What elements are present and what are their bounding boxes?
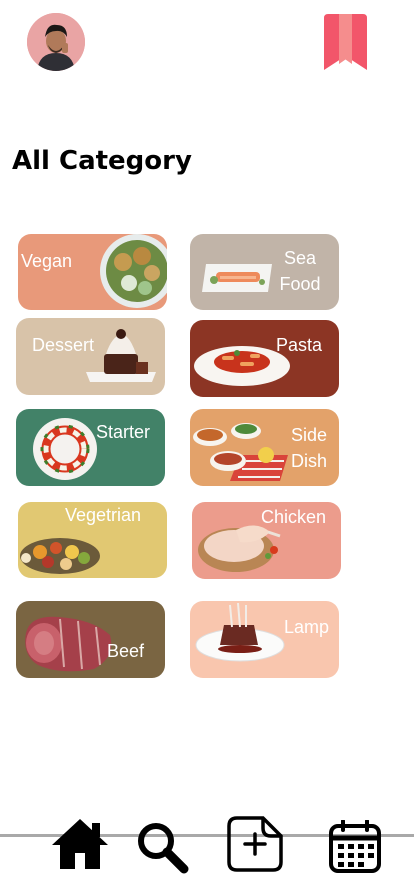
category-card-chicken[interactable]: Chicken [192,502,341,579]
starter-plate-image [33,418,97,480]
add-post-icon[interactable] [227,816,283,872]
home-icon[interactable] [50,817,110,869]
category-label-side-dish: Side Dish [290,425,328,471]
vegetrian-platter-image [20,538,100,574]
category-card-dessert[interactable]: Dessert [16,318,165,395]
category-card-pasta[interactable]: Pasta [190,320,339,397]
category-card-starter[interactable]: Starter [16,409,165,486]
beef-roast-image [25,616,112,672]
category-label-vegan: Vegan [21,251,73,271]
page-title: All Category [12,146,192,176]
calendar-icon[interactable] [328,820,382,874]
category-label-beef: Beef [107,641,145,661]
category-card-vegetrian[interactable]: Vegetrian [18,502,167,578]
bookmark-icon[interactable] [324,14,367,70]
lamp-plate-image [195,603,285,662]
category-label-vegetrian: Vegetrian [65,505,142,525]
category-label-lamp: Lamp [284,617,330,637]
category-card-sea-food[interactable]: Sea Food [190,234,339,310]
user-avatar [27,13,85,71]
category-label-chicken: Chicken [261,507,327,527]
category-label-dessert: Dessert [32,335,95,355]
sea-food-plate-image [202,264,272,292]
dessert-cake-image [86,329,156,382]
category-label-starter: Starter [96,422,151,442]
vegan-bowl-image [100,234,167,308]
category-card-side-dish[interactable]: Side Dish [190,409,339,486]
category-card-beef[interactable]: Beef [16,601,165,678]
avatar[interactable] [27,13,85,71]
category-label-pasta: Pasta [276,335,323,355]
category-card-lamp[interactable]: Lamp [190,601,339,678]
search-icon[interactable] [134,820,190,874]
category-label-sea-food: Sea Food [279,248,321,294]
side-dish-bowls-image [193,423,288,481]
category-card-vegan[interactable]: Vegan [18,234,167,310]
